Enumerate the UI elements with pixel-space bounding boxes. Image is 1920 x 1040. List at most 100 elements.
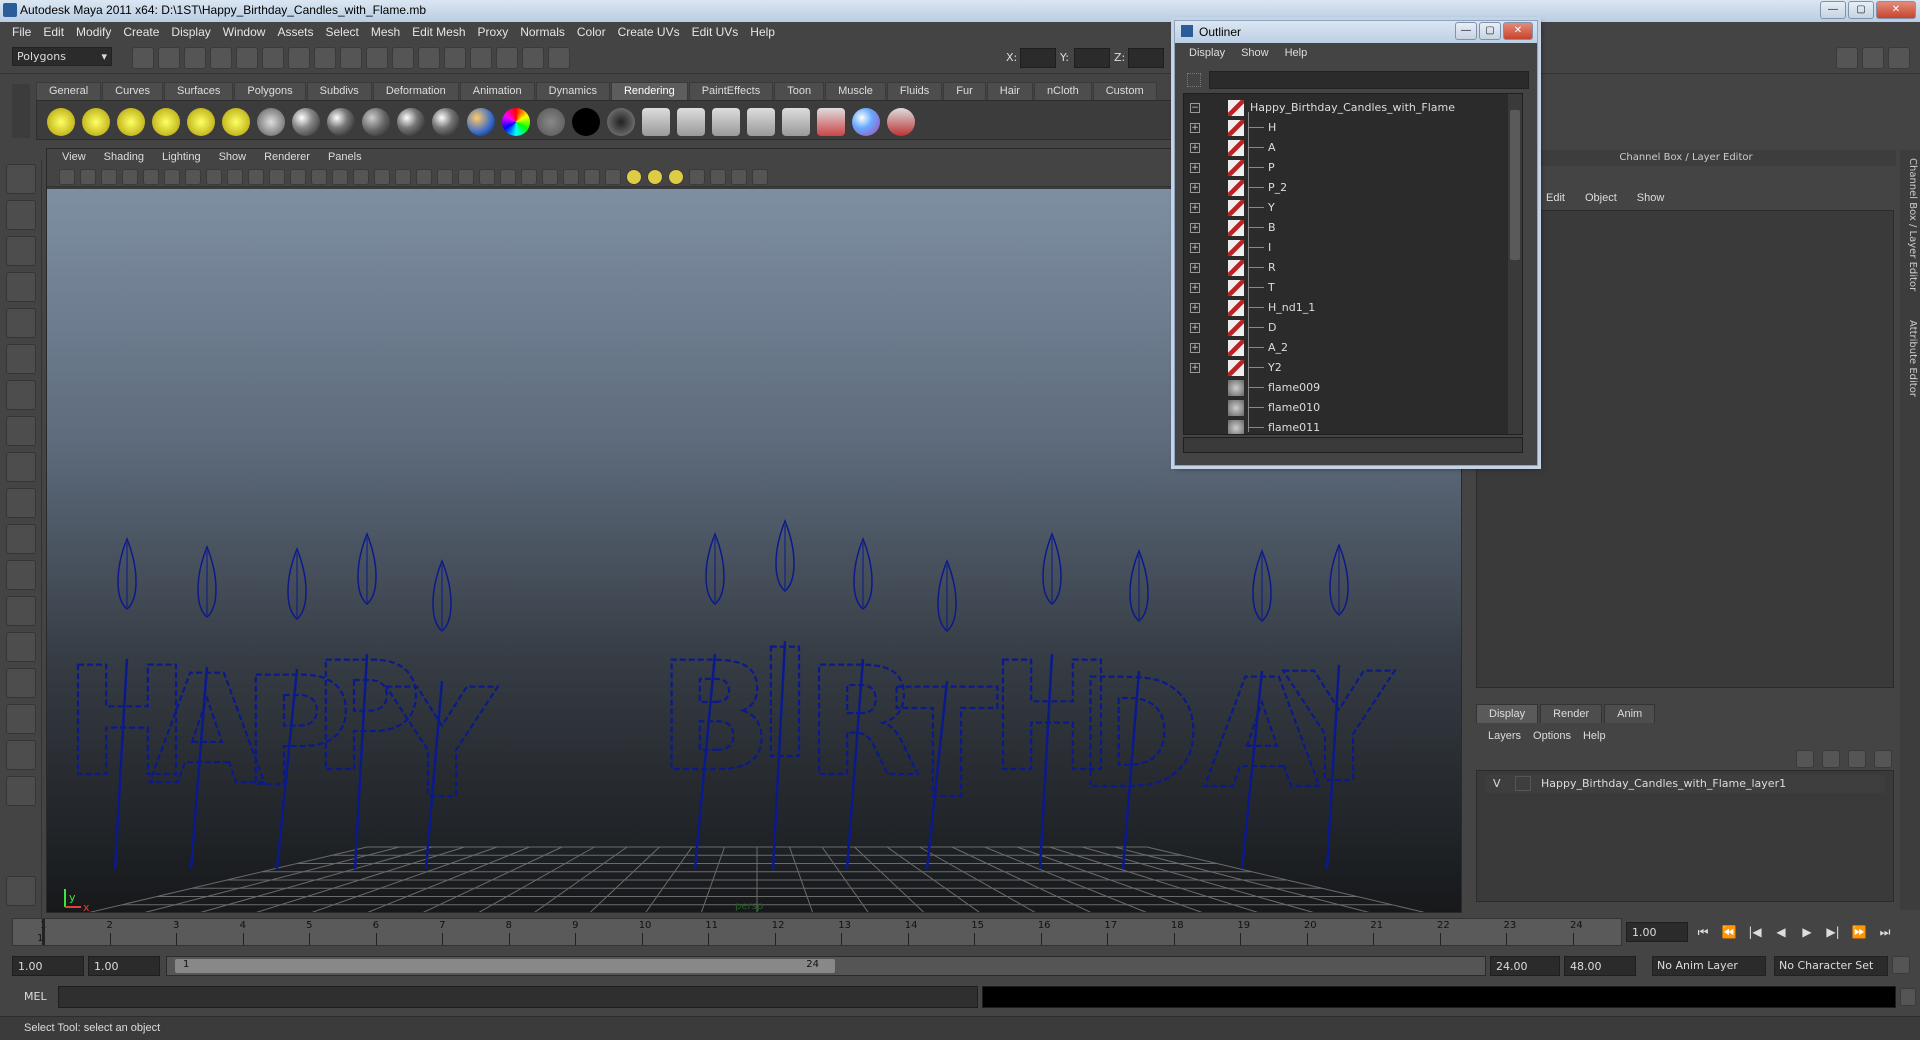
expand-icon[interactable]: +: [1190, 143, 1200, 153]
viewport-toolbar-icon-31[interactable]: [689, 169, 705, 185]
ipr-icon[interactable]: [677, 108, 705, 136]
viewport-toolbar-icon-26[interactable]: [584, 169, 600, 185]
select-component-icon[interactable]: [262, 47, 284, 69]
last-tool-icon[interactable]: [6, 488, 36, 518]
maximize-button[interactable]: ▢: [1848, 1, 1874, 19]
attribute-editor-toggle-icon[interactable]: [1862, 47, 1884, 69]
play-forwards-icon[interactable]: ▶: [1798, 925, 1816, 941]
snap-grid-icon[interactable]: [288, 47, 310, 69]
expand-icon[interactable]: +: [1190, 303, 1200, 313]
viewport-toolbar-icon-13[interactable]: [311, 169, 327, 185]
expand-icon[interactable]: +: [1190, 283, 1200, 293]
outliner-menu-show[interactable]: Show: [1233, 45, 1277, 63]
channel-box-toggle-icon[interactable]: [1836, 47, 1858, 69]
outliner-row-a[interactable]: + A: [1184, 138, 1514, 158]
shelf-tab-muscle[interactable]: Muscle: [825, 82, 886, 100]
area-light-icon[interactable]: [187, 108, 215, 136]
current-time-indicator[interactable]: [42, 919, 45, 945]
range-slider[interactable]: 1 24: [166, 956, 1486, 976]
shelf-tab-subdivs[interactable]: Subdivs: [306, 82, 372, 100]
rotate-tool-icon[interactable]: [6, 308, 36, 338]
playback-end-field[interactable]: 24.00: [1490, 956, 1560, 976]
save-scene-icon[interactable]: [184, 47, 206, 69]
menu-modify[interactable]: Modify: [70, 22, 117, 42]
more-layouts-icon[interactable]: [6, 776, 36, 806]
layer-editor-menu-help[interactable]: Help: [1577, 728, 1612, 744]
range-slider-handle[interactable]: 1 24: [175, 959, 835, 973]
play-backwards-icon[interactable]: ◀: [1772, 925, 1790, 941]
outliner-row-h[interactable]: + H: [1184, 118, 1514, 138]
viewport-menu-renderer[interactable]: Renderer: [255, 149, 319, 167]
history-icon[interactable]: [418, 47, 440, 69]
viewport-toolbar-icon-5[interactable]: [143, 169, 159, 185]
volume-light-icon[interactable]: [222, 108, 250, 136]
viewport-toolbar-icon-7[interactable]: [185, 169, 201, 185]
menu-set-dropdown[interactable]: Polygons ▾: [12, 47, 112, 66]
viewport-toolbar-icon-15[interactable]: [353, 169, 369, 185]
blinn-shader-icon[interactable]: [327, 108, 355, 136]
viewport-toolbar-icon-23[interactable]: [521, 169, 537, 185]
outliner-minimize-button[interactable]: —: [1455, 22, 1477, 40]
current-frame-field[interactable]: 1.00: [1626, 922, 1688, 942]
shelf-tab-deformation[interactable]: Deformation: [372, 82, 459, 100]
z-field[interactable]: [1128, 48, 1164, 68]
layer-name[interactable]: Happy_Birthday_Candles_with_Flame_layer1: [1541, 777, 1786, 790]
outliner-menu-display[interactable]: Display: [1181, 45, 1233, 63]
anim-layer-dropdown[interactable]: No Anim Layer: [1652, 956, 1766, 976]
expand-icon[interactable]: +: [1190, 123, 1200, 133]
ambient-light-icon[interactable]: [47, 108, 75, 136]
viewport-toolbar-icon-24[interactable]: [542, 169, 558, 185]
new-layer-selected-icon[interactable]: [1874, 750, 1892, 768]
viewport-toolbar-icon-33[interactable]: [731, 169, 747, 185]
paint-brush-icon[interactable]: [887, 108, 915, 136]
single-perspective-layout-icon[interactable]: [6, 524, 36, 554]
menu-proxy[interactable]: Proxy: [472, 22, 515, 42]
shelf-tab-fur[interactable]: Fur: [943, 82, 986, 100]
lambert-shader-icon[interactable]: [362, 108, 390, 136]
paint-select-tool-icon[interactable]: [6, 236, 36, 266]
snap-point-icon[interactable]: [340, 47, 362, 69]
use-background-icon[interactable]: [607, 108, 635, 136]
outliner-menu-help[interactable]: Help: [1277, 45, 1316, 63]
phong-e-shader-icon[interactable]: [432, 108, 460, 136]
menu-display[interactable]: Display: [165, 22, 216, 42]
phong-shader-icon[interactable]: [397, 108, 425, 136]
outliner-row-p[interactable]: + P: [1184, 158, 1514, 178]
layer-tab-render[interactable]: Render: [1540, 704, 1603, 723]
render-view-icon[interactable]: [747, 108, 775, 136]
shelf-tab-curves[interactable]: Curves: [102, 82, 163, 100]
menu-edit-uvs[interactable]: Edit UVs: [686, 22, 745, 42]
key-icon[interactable]: [1892, 956, 1910, 974]
outliner-row-b[interactable]: + B: [1184, 218, 1514, 238]
close-button[interactable]: ✕: [1876, 1, 1916, 19]
ipr-render-icon[interactable]: [470, 47, 492, 69]
expand-icon[interactable]: +: [1190, 163, 1200, 173]
viewport-menu-show[interactable]: Show: [210, 149, 256, 167]
anisotropic-shader-icon[interactable]: [292, 108, 320, 136]
new-empty-layer-icon[interactable]: [1848, 750, 1866, 768]
snap-curve-icon[interactable]: [314, 47, 336, 69]
menu-help[interactable]: Help: [744, 22, 781, 42]
shelf-tab-polygons[interactable]: Polygons: [234, 82, 306, 100]
select-object-icon[interactable]: [236, 47, 258, 69]
expand-icon[interactable]: +: [1190, 323, 1200, 333]
outliner-close-button[interactable]: ✕: [1503, 22, 1533, 40]
menu-color[interactable]: Color: [571, 22, 612, 42]
layer-editor-menu-options[interactable]: Options: [1527, 728, 1577, 744]
outliner-row-r[interactable]: + R: [1184, 258, 1514, 278]
scale-tool-icon[interactable]: [6, 344, 36, 374]
shelf-menu-handle[interactable]: [12, 84, 30, 138]
viewport-menu-lighting[interactable]: Lighting: [153, 149, 210, 167]
viewport-toolbar-icon-34[interactable]: [752, 169, 768, 185]
shelf-tab-animation[interactable]: Animation: [459, 82, 535, 100]
viewport-toolbar-icon-2[interactable]: [80, 169, 96, 185]
y-field[interactable]: [1074, 48, 1110, 68]
outliner-row-t[interactable]: + T: [1184, 278, 1514, 298]
viewport-menu-panels[interactable]: Panels: [319, 149, 371, 167]
ramp-shader-icon[interactable]: [502, 108, 530, 136]
menu-edit-mesh[interactable]: Edit Mesh: [406, 22, 471, 42]
shelf-tab-toon[interactable]: Toon: [774, 82, 825, 100]
viewport-toolbar-icon-4[interactable]: [122, 169, 138, 185]
shelf-tab-painteffects[interactable]: PaintEffects: [688, 82, 774, 100]
layer-from-selected-icon[interactable]: [1822, 750, 1840, 768]
